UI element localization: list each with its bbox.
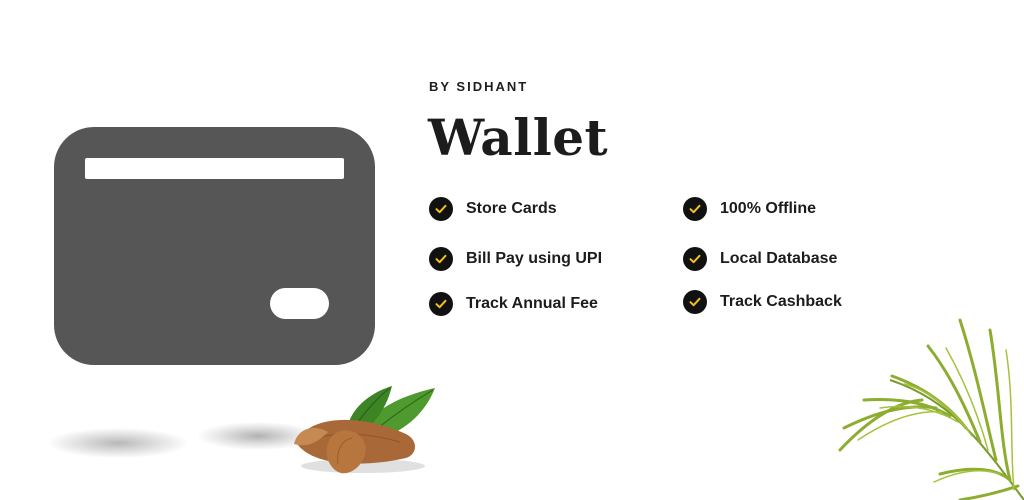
feature-label: Local Database — [720, 250, 838, 267]
check-icon — [683, 290, 707, 314]
drop-shadow — [48, 428, 188, 458]
feature-label: 100% Offline — [720, 200, 817, 217]
feature-label: Bill Pay using UPI — [466, 250, 603, 267]
feature-label: Store Cards — [466, 200, 557, 217]
check-icon — [429, 247, 453, 271]
feature-item-local-database: Local Database — [683, 247, 837, 271]
check-icon — [683, 197, 707, 221]
credit-card-icon — [54, 127, 375, 365]
feature-item-store-cards: Store Cards — [429, 197, 557, 221]
almonds-image — [294, 386, 435, 474]
check-icon — [429, 197, 453, 221]
feature-item-bill-pay: Bill Pay using UPI — [429, 247, 602, 271]
feature-label: Track Annual Fee — [466, 295, 598, 312]
card-magnetic-stripe — [85, 158, 344, 179]
feature-item-annual-fee: Track Annual Fee — [429, 292, 598, 316]
feature-item-offline: 100% Offline — [683, 197, 816, 221]
app-title: Wallet — [428, 108, 609, 167]
byline: BY SIDHANT — [429, 79, 529, 94]
check-icon — [683, 247, 707, 271]
card-chip — [270, 288, 329, 319]
palm-leaf-image — [838, 318, 1024, 500]
check-icon — [429, 292, 453, 316]
